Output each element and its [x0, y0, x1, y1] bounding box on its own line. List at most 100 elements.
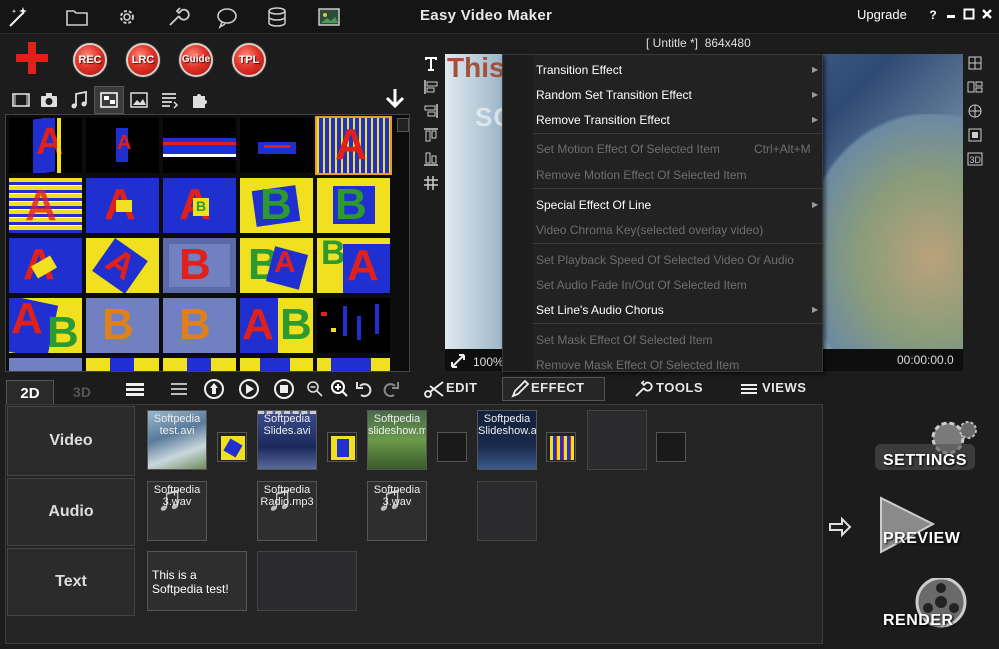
menu-item-remove-mask[interactable]: Remove Mask Effect Of Selected Item	[536, 358, 739, 372]
image-icon[interactable]	[316, 5, 342, 29]
tpl-button[interactable]: TPL	[232, 43, 266, 77]
transition-thumb[interactable]	[86, 358, 159, 371]
transition-thumb[interactable]	[240, 358, 313, 371]
transition-marker[interactable]	[327, 432, 357, 462]
audio-clip[interactable]: ♫ Softpedia 3.wav	[147, 481, 207, 541]
text-clip[interactable]: This is a Softpedia test!	[147, 551, 247, 611]
menu-item-audio-fade[interactable]: Set Audio Fade In/Out Of Selected Item	[536, 278, 747, 292]
transition-thumb-selected[interactable]: A	[315, 116, 392, 175]
audio-clip[interactable]: ♫ Softpedia Radio.mp3	[257, 481, 317, 541]
transition-thumb[interactable]	[163, 358, 236, 371]
lrc-button[interactable]: LRC	[126, 43, 160, 77]
3d-icon[interactable]: 3D	[967, 151, 987, 175]
align-right-icon[interactable]	[423, 103, 441, 127]
minimize-button[interactable]	[944, 8, 958, 22]
transition-thumb[interactable]: A	[86, 238, 159, 293]
transition-thumb[interactable]	[317, 358, 390, 371]
mosaic-icon[interactable]	[967, 103, 987, 127]
effect-menu[interactable]: EFFECT	[531, 380, 585, 395]
tab-2d[interactable]: 2D	[6, 380, 54, 405]
views-menu[interactable]: VIEWS	[762, 380, 806, 395]
list-icon[interactable]	[124, 378, 146, 400]
undo-icon[interactable]	[354, 378, 376, 400]
menu-lines-icon[interactable]	[168, 378, 190, 400]
track-header-text[interactable]: Text	[7, 548, 135, 616]
upgrade-link[interactable]: Upgrade	[857, 7, 907, 22]
menu-item-remove-motion[interactable]: Remove Motion Effect Of Selected Item	[536, 168, 747, 182]
redo-icon[interactable]	[379, 378, 401, 400]
render-button[interactable]: RENDER	[873, 578, 983, 638]
transition-thumb[interactable]: B	[86, 298, 159, 353]
transition-thumb[interactable]	[317, 298, 390, 353]
track-header-audio[interactable]: Audio	[7, 478, 135, 546]
transition-thumb[interactable]: A B	[240, 298, 313, 353]
transition-thumb[interactable]: A	[86, 118, 159, 173]
transition-thumb[interactable]: B	[240, 178, 313, 233]
align-top-icon[interactable]	[423, 127, 441, 151]
transition-thumb[interactable]: A B	[9, 298, 82, 353]
wand-icon[interactable]	[6, 4, 32, 30]
help-button[interactable]: ?	[926, 8, 940, 22]
transition-thumb[interactable]: B	[317, 178, 390, 233]
film-icon[interactable]	[10, 89, 32, 111]
empty-clip-slot[interactable]	[477, 481, 537, 541]
add-media-button[interactable]	[14, 40, 50, 76]
menu-item-remove-transition[interactable]: Remove Transition Effect	[536, 113, 670, 127]
tab-3d[interactable]: 3D	[62, 380, 102, 405]
track-header-video[interactable]: Video	[7, 406, 135, 476]
transition-marker-empty[interactable]	[437, 432, 467, 462]
picture-icon[interactable]	[128, 89, 150, 111]
menu-item-audio-chorus[interactable]: Set Line's Audio Chorus	[536, 303, 664, 317]
transition-thumb[interactable]: B A	[240, 238, 313, 293]
close-button[interactable]	[980, 8, 994, 22]
video-clip[interactable]: Softpedia test.avi	[147, 410, 207, 470]
download-arrow-icon[interactable]	[384, 86, 406, 110]
transition-thumb[interactable]: B	[163, 298, 236, 353]
video-clip[interactable]: Softpedia slideshow.mov	[367, 410, 427, 470]
expand-icon[interactable]	[450, 353, 466, 369]
align-bottom-icon[interactable]	[423, 151, 441, 175]
camera-icon[interactable]	[38, 89, 60, 111]
database-icon[interactable]	[264, 5, 290, 29]
transition-thumb[interactable]	[240, 118, 313, 173]
zoom-in-icon[interactable]	[329, 378, 351, 400]
transition-thumb[interactable]	[9, 358, 82, 371]
transition-thumb[interactable]: A	[9, 238, 82, 293]
tools-menu[interactable]: TOOLS	[656, 380, 703, 395]
zoom-out-icon[interactable]	[304, 378, 326, 400]
maximize-button[interactable]	[962, 8, 976, 22]
menu-item-set-motion[interactable]: Set Motion Effect Of Selected Item	[536, 142, 720, 156]
transition-thumb[interactable]: A	[86, 178, 159, 233]
stop-icon[interactable]	[273, 378, 295, 400]
empty-clip-slot[interactable]	[257, 551, 357, 611]
video-clip[interactable]: Softpedia Slideshow.avi	[477, 410, 537, 470]
menu-item-playback-speed[interactable]: Set Playback Speed Of Selected Video Or …	[536, 253, 794, 267]
play-icon[interactable]	[238, 378, 260, 400]
video-clip[interactable]: Softpedia Slides.avi	[257, 410, 317, 470]
layout-icon[interactable]	[967, 55, 987, 79]
menu-item-chroma-key[interactable]: Video Chroma Key(selected overlay video)	[536, 223, 763, 237]
settings-button[interactable]: SETTINGS	[873, 418, 983, 478]
grid-icon[interactable]	[423, 175, 441, 199]
audio-clip[interactable]: ♫ Softpedia 3.wav	[367, 481, 427, 541]
transition-thumb[interactable]: A	[9, 178, 82, 233]
wrench-icon[interactable]	[164, 5, 190, 29]
rec-button[interactable]: REC	[73, 43, 107, 77]
grid-scrollbar[interactable]	[397, 118, 409, 132]
transition-marker-empty[interactable]	[656, 432, 686, 462]
align-left-icon[interactable]	[423, 79, 441, 103]
puzzle-icon[interactable]	[188, 89, 210, 111]
transition-marker[interactable]	[217, 432, 247, 462]
music-icon[interactable]	[68, 89, 90, 111]
transition-thumb[interactable]	[163, 118, 236, 173]
menu-item-transition-effect[interactable]: Transition Effect	[536, 63, 622, 77]
transition-tab-icon[interactable]	[94, 86, 124, 114]
text-lines-icon[interactable]	[158, 89, 180, 111]
split-icon[interactable]	[967, 79, 987, 103]
move-up-icon[interactable]	[203, 378, 225, 400]
guide-button[interactable]: Guide	[179, 43, 213, 77]
folder-icon[interactable]	[64, 5, 90, 29]
gear-icon[interactable]	[114, 5, 140, 29]
menu-item-random-transition[interactable]: Random Set Transition Effect	[536, 88, 692, 102]
menu-item-set-mask[interactable]: Set Mask Effect Of Selected Item	[536, 333, 713, 347]
